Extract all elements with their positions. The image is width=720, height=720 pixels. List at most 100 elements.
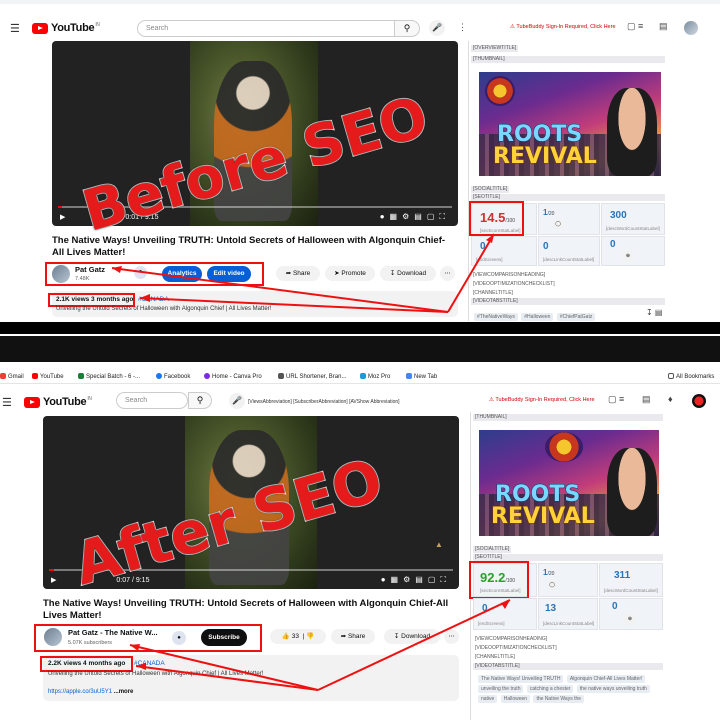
channel-avatar[interactable] [52, 265, 70, 283]
menu-icon[interactable]: ☰ [10, 22, 22, 35]
search-input[interactable]: Search [137, 20, 395, 37]
link-count-sublabel: [descLinkCountStatLabel] [543, 257, 595, 262]
tag-item[interactable]: #TheNativeWays [474, 313, 518, 321]
download-button[interactable]: ↧ Download [384, 629, 440, 644]
bell-icon[interactable]: ♦ [668, 394, 673, 404]
bookmark-canva[interactable]: Home - Canva Pro [204, 373, 262, 380]
channel-name[interactable]: Pat Gatz [75, 265, 105, 274]
bookmark-gmail[interactable]: Gmail [0, 373, 24, 380]
tubebuddy-icon[interactable]: ● [134, 266, 147, 279]
bookmark-moz[interactable]: Moz Pro [360, 373, 390, 380]
more-actions-button[interactable]: ⋯ [440, 266, 455, 281]
thumb-person [607, 448, 657, 536]
bookmark-special-batch[interactable]: Special Batch - 6 -... [78, 373, 140, 380]
checklist-label: [VIDEOOPTIMIZATIONCHECKLIST] [471, 281, 557, 288]
score-highlight-box [469, 201, 524, 236]
mic-icon[interactable]: 🎤 [429, 20, 445, 36]
youtube-logo[interactable]: YouTube IN [24, 396, 92, 408]
analytics-button[interactable]: Analytics [162, 266, 202, 282]
search-button[interactable]: ⚲ [188, 392, 212, 409]
description-link[interactable]: https://apple.co/3uU5Y1 [48, 689, 112, 695]
before-seo-screenshot: ☰ YouTube IN Search ⚲ 🎤 ⋮ ⚠ TubeBuddy Si… [0, 0, 720, 336]
share-icon: ➦ [285, 270, 292, 277]
channel-label: [CHANNELTITLE] [473, 654, 517, 661]
description-line: Unveiling the Untold Secrets of Hallowee… [56, 306, 272, 312]
hashtag-link[interactable]: #CANADA [138, 296, 169, 303]
tag-item[interactable]: the native ways unveiling truth [576, 685, 650, 693]
views-and-date: 2.2K views 4 months ago [48, 660, 126, 667]
tags-actions-icons[interactable]: ↧ ▤ [646, 308, 662, 317]
subscribe-button[interactable]: Subscribe [201, 629, 247, 646]
notifications-icon[interactable]: ▤ [659, 21, 668, 32]
video-tabs-label: [VIDEOTABSTITLE] [473, 663, 663, 670]
bookmark-youtube[interactable]: YouTube [32, 373, 64, 380]
channel-name[interactable]: Pat Gatz - The Native W... [68, 628, 158, 637]
tubebuddy-icon[interactable]: ● [172, 631, 186, 645]
video-tabs-label: [VIDEOTABSTITLE] [471, 298, 665, 305]
tag-item[interactable]: native [478, 695, 498, 703]
create-icon[interactable]: ▢ ≡ [608, 394, 624, 405]
share-icon: ➦ [340, 633, 347, 640]
player-settings-icons[interactable]: ●▦⚙▤▢⛶ [381, 575, 451, 585]
promote-icon: ➤ [334, 270, 340, 277]
cards-card: 0 ⊕ [599, 598, 663, 630]
bookmark-facebook[interactable]: Facebook [156, 373, 190, 380]
thumb-badge [545, 432, 583, 462]
cards-card: 0 ⊕ [601, 236, 665, 266]
search-input[interactable]: Search [116, 392, 188, 409]
tags-list: #TheNativeWays #Halloween #ChiefPatGatz [473, 312, 663, 322]
menu-icon[interactable]: ☰ [2, 396, 14, 409]
tag-item[interactable]: unveiling the truth [478, 685, 524, 693]
bookmark-new-tab[interactable]: New Tab [406, 373, 437, 380]
seo-label: [SEOTITLE] [473, 554, 663, 561]
create-icon[interactable]: ▢ ≡ [627, 21, 643, 32]
show-more-button[interactable]: ...more [114, 689, 134, 695]
like-dislike-button[interactable]: 👍 33 | 👎 [270, 629, 326, 644]
views-and-date: 2.1K views 3 months ago [56, 296, 134, 303]
promote-button[interactable]: ➤ Promote [325, 266, 375, 281]
avatar[interactable] [692, 394, 706, 408]
tag-item[interactable]: #ChiefPatGatz [556, 313, 596, 321]
tubebuddy-warning[interactable]: ⚠ TubeBuddy Sign-In Required, Click Here [510, 24, 616, 30]
comparison-label: [VIEWCOMPARISONHEADING] [473, 636, 550, 643]
tag-item[interactable]: the Native Ways the [533, 695, 585, 703]
tubebuddy-panel: [OVERVIEWTITLE] [THUMBNAIL] ROOTS REVIVA… [468, 41, 666, 321]
comparison-label: [VIEWCOMPARISONHEADING] [471, 272, 548, 279]
video-thumbnail[interactable]: ROOTS REVIVAL [479, 72, 661, 176]
tubebuddy-warning[interactable]: ⚠ TubeBuddy Sign-In Required, Click Here [489, 397, 595, 403]
hashtag-link[interactable]: #CANADA [134, 660, 165, 667]
bookmark-all[interactable]: All Bookmarks [668, 373, 714, 380]
checklist-label: [VIDEOOPTIMIZATIONCHECKLIST] [473, 645, 559, 652]
tag-item[interactable]: Algonquin Chief-All Lives Matter! [566, 675, 646, 683]
share-button[interactable]: ➦ Share [276, 266, 320, 281]
avatar[interactable] [684, 21, 698, 35]
play-icon[interactable]: ▶ [60, 213, 65, 221]
tag-item[interactable]: Halloween [500, 695, 531, 703]
thumbnail-label: [THUMBNAIL] [473, 414, 663, 421]
notifications-icon[interactable]: ▤ [642, 394, 651, 405]
word-count-sublabel: [descWordCountStatLabel] [606, 226, 660, 231]
link-count-card: 0 [descLinkCountStatLabel] [538, 236, 600, 266]
share-button[interactable]: ➦ Share [331, 629, 375, 644]
play-icon[interactable]: ▶ [51, 576, 56, 584]
youtube-logo[interactable]: YouTube IN [32, 22, 100, 34]
more-icon[interactable]: ⋮ [458, 22, 467, 33]
channel-subs: 7.48K [75, 276, 90, 282]
rank-card: 1/20 ◯ [538, 203, 600, 235]
video-thumbnail[interactable]: ROOTS REVIVAL [479, 430, 659, 536]
masthead: ☰ YouTube IN Search ⚲ 🎤 ⋮ ⚠ TubeBuddy Si… [0, 14, 720, 42]
player-settings-icons[interactable]: ●▦⚙▤▢⛶ [380, 212, 450, 222]
mic-icon[interactable]: 🎤 [229, 393, 245, 409]
facebook-icon [156, 373, 162, 379]
tag-item[interactable]: catching a chester [526, 685, 574, 693]
tag-item[interactable]: #Halloween [521, 313, 554, 321]
channel-avatar[interactable] [44, 628, 62, 646]
more-actions-button[interactable]: ⋯ [444, 629, 459, 644]
word-count-value: 300 [610, 210, 627, 221]
tag-item[interactable]: The Native Ways! Unveiling TRUTH [478, 675, 564, 683]
end-screens-value: 0 [480, 241, 486, 252]
edit-video-button[interactable]: Edit video [207, 266, 251, 282]
download-button[interactable]: ↧ Download [380, 266, 436, 281]
bookmark-url-shortener[interactable]: URL Shortener, Bran... [278, 373, 346, 380]
search-button[interactable]: ⚲ [394, 20, 420, 37]
